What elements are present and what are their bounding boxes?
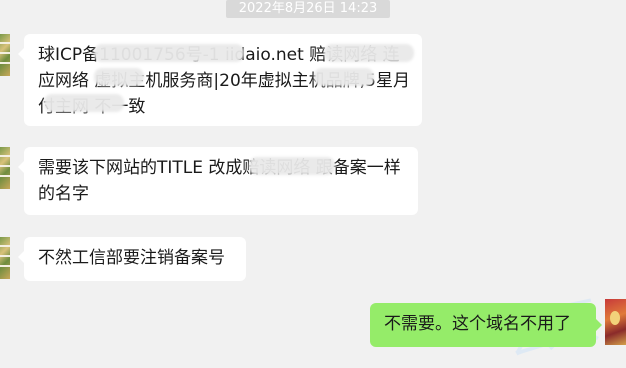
redaction-mask <box>44 94 124 112</box>
contact-avatar[interactable] <box>0 147 10 189</box>
redaction-mask <box>324 44 414 62</box>
message-timestamp: 2022年8月26日 14:23 <box>226 0 390 18</box>
message-text: 需要该下网站的TITLE 改成赔读网络 跟备案一样的名字 <box>38 158 401 204</box>
message-text: 不需要。这个域名不用了 <box>384 314 571 334</box>
redaction-mask <box>94 68 144 86</box>
message-bubble[interactable]: 不需要。这个域名不用了 <box>370 303 602 347</box>
contact-avatar[interactable] <box>0 237 10 279</box>
message-bubble[interactable]: 球ICP备11001756号-1 iidaio.net 赔读网络 连应网络 虚拟… <box>18 34 422 126</box>
message-bubble[interactable]: 不然工信部要注销备案号 <box>18 237 246 281</box>
redaction-mask <box>94 44 244 62</box>
redaction-mask <box>314 68 374 86</box>
contact-avatar[interactable] <box>0 34 10 76</box>
message-text: 不然工信部要注销备案号 <box>38 248 225 268</box>
redaction-mask <box>249 157 335 175</box>
message-bubble[interactable]: 需要该下网站的TITLE 改成赔读网络 跟备案一样的名字 <box>18 147 418 215</box>
user-avatar[interactable] <box>605 299 626 345</box>
